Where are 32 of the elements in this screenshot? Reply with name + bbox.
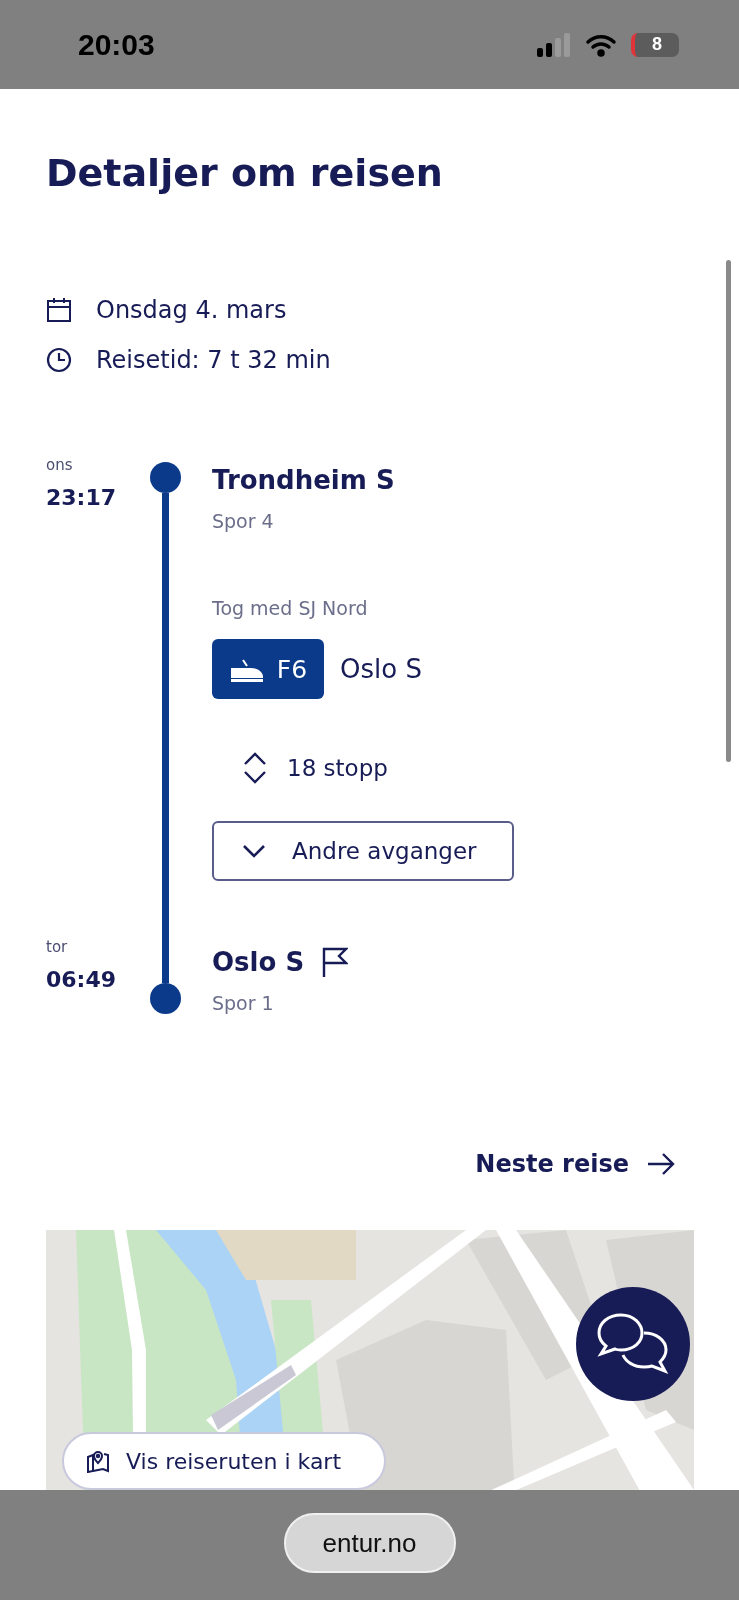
clock-icon bbox=[46, 347, 72, 373]
chat-icon bbox=[595, 1311, 671, 1377]
status-time: 20:03 bbox=[78, 27, 155, 62]
arrival-day: tor bbox=[46, 937, 150, 957]
arrival-station: Oslo S bbox=[212, 946, 305, 979]
operator-text: Tog med SJ Nord bbox=[212, 596, 368, 621]
battery-icon: 8 bbox=[631, 32, 679, 57]
trip-info-text: Reisetid: 7 t 32 min bbox=[96, 346, 331, 374]
line-badge: F6 bbox=[212, 639, 324, 699]
trip-info-text: Onsdag 4. mars bbox=[96, 296, 287, 324]
flag-icon bbox=[322, 947, 349, 977]
page-title: Detaljer om reisen bbox=[46, 150, 444, 197]
destination-text: Oslo S bbox=[340, 654, 422, 684]
departure-station: Trondheim S bbox=[212, 464, 395, 497]
map-pin-icon bbox=[86, 1449, 110, 1473]
timeline-dot bbox=[150, 983, 181, 1014]
arrow-right-icon bbox=[647, 1153, 675, 1175]
stops-text: 18 stopp bbox=[287, 755, 388, 781]
signal-icon bbox=[537, 32, 571, 57]
arrival-time: 06:49 bbox=[46, 966, 118, 994]
platform-text: Spor 4 bbox=[212, 509, 274, 534]
departure-time: 23:17 bbox=[46, 484, 118, 512]
timeline-dot bbox=[150, 462, 181, 493]
chevron-down-icon bbox=[242, 844, 266, 858]
platform-text: Spor 1 bbox=[212, 991, 274, 1016]
wifi-icon bbox=[585, 32, 617, 57]
other-departures-button[interactable]: Andre avganger bbox=[212, 821, 514, 881]
url-field[interactable]: entur.no bbox=[283, 1513, 456, 1573]
departure-day: ons bbox=[46, 455, 150, 475]
next-trip-link[interactable]: Neste reise bbox=[475, 1150, 675, 1178]
expand-icon[interactable] bbox=[243, 752, 267, 784]
calendar-icon bbox=[46, 297, 72, 323]
